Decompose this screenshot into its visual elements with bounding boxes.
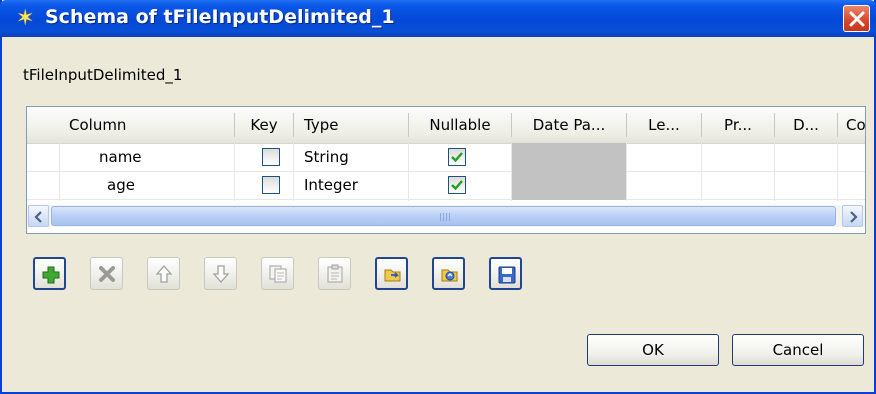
cell-column-name[interactable]: age xyxy=(107,171,135,199)
header-date-pattern[interactable]: Date Pa... xyxy=(512,107,626,143)
schema-dialog: ✶ Schema of tFileInputDelimited_1 tFileI… xyxy=(0,0,876,394)
header-key[interactable]: Key xyxy=(235,107,293,143)
save-button[interactable] xyxy=(489,257,522,290)
ok-button[interactable]: OK xyxy=(587,334,719,366)
schema-table: Column Key Type Nullable Date Pa... Le..… xyxy=(26,106,866,234)
cancel-button[interactable]: Cancel xyxy=(732,334,864,366)
header-default[interactable]: D... xyxy=(775,107,837,143)
header-precision[interactable]: Pr... xyxy=(702,107,774,143)
checkmark-icon xyxy=(451,180,463,191)
horizontal-scrollbar[interactable] xyxy=(27,205,865,227)
component-name-label: tFileInputDelimited_1 xyxy=(23,66,183,84)
add-button[interactable] xyxy=(33,257,66,290)
key-checkbox[interactable] xyxy=(262,148,280,166)
grip-icon xyxy=(440,213,450,221)
close-icon xyxy=(849,11,865,27)
key-checkbox[interactable] xyxy=(262,176,280,194)
title-bar[interactable]: ✶ Schema of tFileInputDelimited_1 xyxy=(0,0,876,37)
checkmark-icon xyxy=(451,152,463,163)
import-icon xyxy=(384,269,401,282)
arrow-right-icon xyxy=(850,211,858,223)
nullable-checkbox[interactable] xyxy=(448,176,466,194)
table-row[interactable]: age Integer xyxy=(27,171,865,199)
move-up-icon xyxy=(155,265,173,283)
export-button[interactable] xyxy=(432,257,465,290)
close-button[interactable] xyxy=(843,5,870,32)
arrow-left-icon xyxy=(34,211,42,223)
move-down-icon xyxy=(212,265,230,283)
add-icon xyxy=(42,266,60,284)
nullable-checkbox[interactable] xyxy=(448,148,466,166)
header-nullable[interactable]: Nullable xyxy=(409,107,511,143)
header-type[interactable]: Type xyxy=(294,107,424,143)
remove-button[interactable] xyxy=(90,257,123,290)
remove-icon xyxy=(99,266,115,282)
save-icon xyxy=(498,266,516,284)
table-row[interactable]: name String xyxy=(27,143,865,171)
header-comment[interactable]: Co xyxy=(838,107,873,143)
import-button[interactable] xyxy=(375,257,408,290)
scroll-right-button[interactable] xyxy=(842,205,863,227)
component-star-icon: ✶ xyxy=(16,6,35,31)
move-down-button[interactable] xyxy=(204,257,237,290)
copy-icon xyxy=(269,265,287,283)
header-length[interactable]: Le... xyxy=(627,107,701,143)
scroll-thumb[interactable] xyxy=(51,206,836,226)
cell-type[interactable]: String xyxy=(304,143,349,171)
scroll-left-button[interactable] xyxy=(28,205,49,227)
paste-icon xyxy=(327,264,343,283)
window-title: Schema of tFileInputDelimited_1 xyxy=(45,6,395,28)
cell-type[interactable]: Integer xyxy=(304,171,358,199)
copy-button[interactable] xyxy=(261,257,294,290)
header-column[interactable]: Column xyxy=(59,107,224,143)
table-header: Column Key Type Nullable Date Pa... Le..… xyxy=(27,107,866,144)
cell-column-name[interactable]: name xyxy=(99,143,142,171)
move-up-button[interactable] xyxy=(147,257,180,290)
paste-button[interactable] xyxy=(318,257,351,290)
export-icon xyxy=(441,269,458,282)
